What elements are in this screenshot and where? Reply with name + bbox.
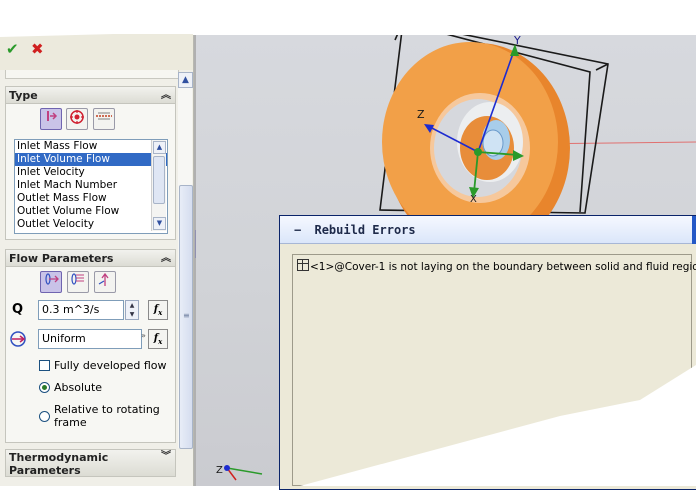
fully-developed-checkbox[interactable]: [39, 360, 50, 371]
wall-icon[interactable]: [66, 108, 88, 130]
list-item[interactable]: Inlet Velocity: [15, 166, 167, 179]
y-axis-label: Y: [513, 35, 521, 47]
dialog-title: Rebuild Errors: [314, 223, 416, 237]
list-scroll-down-icon[interactable]: ▼: [153, 217, 166, 230]
flow-rate-spinner[interactable]: ▲ ▼: [125, 300, 139, 320]
q-label: Q: [12, 302, 24, 317]
x-axis-label: X: [470, 194, 477, 205]
confirm-strip: [0, 34, 193, 70]
inlet-icon[interactable]: [40, 108, 62, 130]
scroll-up-button[interactable]: ▲: [178, 72, 193, 88]
expand-chevron-icon[interactable]: ︾: [161, 450, 171, 463]
flow-rate-field[interactable]: 0.3 m^3/s: [38, 300, 124, 320]
flow-section-title: Flow Parameters: [9, 252, 114, 265]
direction-icon[interactable]: [94, 271, 116, 293]
title-accent: [692, 216, 696, 244]
list-item-selected[interactable]: Inlet Volume Flow: [15, 153, 167, 166]
triad-z-label: Z: [216, 465, 223, 476]
thermo-section-header[interactable]: Thermodynamic Parameters ︾: [5, 449, 176, 477]
thermo-section-title: Thermodynamic Parameters: [9, 451, 109, 477]
fully-developed-label: Fully developed flow: [54, 359, 167, 372]
relative-radio[interactable]: [39, 411, 50, 422]
error-message: <1>@Cover-1 is not laying on the boundar…: [310, 261, 696, 273]
collapse-icon[interactable]: −: [294, 223, 301, 237]
cancel-button[interactable]: ✖: [31, 40, 44, 58]
grip-icon: ≡: [183, 311, 190, 320]
error-item[interactable]: <1>@Cover-1 is not laying on the boundar…: [297, 259, 696, 273]
z-axis-label: Z: [417, 108, 425, 121]
list-scroll-up-icon[interactable]: ▲: [153, 141, 166, 154]
list-scroll-thumb[interactable]: [153, 156, 165, 204]
collapse-chevron-icon[interactable]: ︽: [161, 87, 171, 105]
list-item[interactable]: Inlet Mach Number: [15, 179, 167, 192]
dialog-title-bar[interactable]: − Rebuild Errors: [280, 216, 696, 244]
velocity-profile-icon[interactable]: [67, 271, 89, 293]
list-item[interactable]: Outlet Mass Flow: [15, 192, 167, 205]
profile-direction-icon: [9, 330, 27, 351]
flow-section-header[interactable]: Flow Parameters ︽: [5, 249, 176, 267]
rebuild-errors-dialog: − Rebuild Errors <1>@Cover-1 is not layi…: [279, 215, 696, 490]
function-icon[interactable]: fx: [148, 300, 168, 320]
ok-button[interactable]: ✔: [6, 40, 19, 58]
absolute-radio[interactable]: [39, 382, 50, 393]
type-section-title: Type: [9, 89, 38, 102]
relative-label: Relative to rotating frame: [54, 403, 160, 429]
profile-field[interactable]: Uniform: [38, 329, 142, 349]
view-triad-icon: [224, 465, 263, 481]
component-icon: [297, 259, 309, 271]
list-item[interactable]: Outlet Velocity: [15, 218, 167, 231]
function-icon[interactable]: fx: [148, 329, 168, 349]
list-item[interactable]: Inlet Mass Flow: [15, 140, 167, 153]
collapse-chevron-icon[interactable]: ︽: [161, 250, 171, 268]
dropdown-arrow-icon[interactable]: »: [141, 331, 146, 340]
type-section-header[interactable]: Type ︽: [5, 86, 176, 104]
list-item[interactable]: Outlet Volume Flow: [15, 205, 167, 218]
error-list[interactable]: <1>@Cover-1 is not laying on the boundar…: [292, 254, 696, 486]
boundary-type-list[interactable]: Inlet Mass Flow Inlet Volume Flow Inlet …: [14, 139, 168, 234]
fan-icon[interactable]: [93, 108, 115, 130]
absolute-label: Absolute: [54, 381, 103, 394]
volume-flow-icon[interactable]: [40, 271, 62, 293]
collapsed-section: [5, 70, 179, 79]
